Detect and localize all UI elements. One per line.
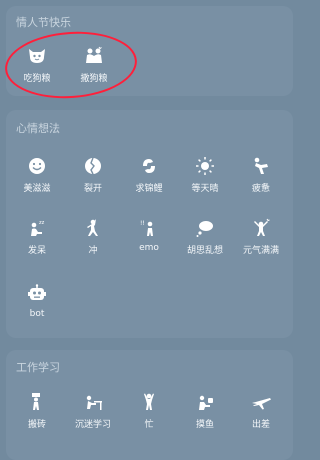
section-title: 工作学习	[16, 361, 60, 374]
status-item-label: 搬砖	[27, 420, 46, 430]
tired-person-icon	[250, 156, 272, 176]
status-item-label: 忙	[144, 420, 154, 430]
cracked-heart-icon	[82, 156, 104, 176]
status-item-sunny[interactable]: 等天晴	[177, 156, 233, 194]
robot-icon	[26, 284, 48, 304]
status-item-label: 发呆	[27, 246, 46, 256]
status-item-label: 胡思乱想	[186, 246, 223, 256]
airplane-icon	[250, 392, 272, 412]
section-title: 情人节快乐	[16, 16, 71, 29]
section-work-study: 工作学习 搬砖 沉迷学习 忙 摸鱼 出差	[6, 350, 293, 460]
status-item-label: 裂开	[83, 184, 102, 194]
koi-fish-icon	[138, 156, 160, 176]
status-item-carry-brick[interactable]: 搬砖	[9, 392, 65, 430]
status-item-label: emo	[139, 243, 159, 253]
energetic-person-icon	[250, 218, 272, 238]
status-item-happy[interactable]: 美滋滋	[9, 156, 65, 194]
status-item-label: 冲	[88, 246, 98, 256]
status-item-slacking[interactable]: 摸鱼	[177, 392, 233, 430]
slacking-person-icon	[194, 392, 216, 412]
status-item-koi[interactable]: 求锦鲤	[121, 156, 177, 194]
status-item-energetic[interactable]: 元气满满	[233, 218, 289, 256]
svg-text:!!: !!	[140, 220, 145, 227]
status-item-label: 沉迷学习	[74, 420, 111, 430]
carry-brick-icon	[26, 392, 48, 412]
status-item-label: 摸鱼	[195, 420, 214, 430]
status-item-overthink[interactable]: 胡思乱想	[177, 218, 233, 256]
status-item-label: 疲惫	[251, 184, 270, 194]
section-title: 心情想法	[16, 122, 60, 135]
status-item-label: bot	[29, 309, 45, 319]
status-item-label: 美滋滋	[23, 184, 51, 194]
status-item-business-trip[interactable]: 出差	[233, 392, 289, 430]
status-item-tired[interactable]: 疲惫	[233, 156, 289, 194]
thought-bubble-icon	[194, 218, 216, 238]
busy-person-icon	[138, 392, 160, 412]
charge-person-icon	[82, 218, 104, 238]
section-mood: 心情想法 美滋滋 裂开 求锦鲤 等天晴 疲惫 zz 发呆 冲 !! emo 胡思…	[6, 110, 293, 338]
status-item-daze[interactable]: zz 发呆	[9, 218, 65, 256]
study-desk-icon	[82, 392, 104, 412]
status-item-label: 元气满满	[242, 246, 279, 256]
svg-text:zz: zz	[39, 220, 45, 226]
status-item-study[interactable]: 沉迷学习	[65, 392, 121, 430]
smile-face-icon	[26, 156, 48, 176]
status-item-label: 等天晴	[191, 184, 219, 194]
status-item-bot[interactable]: bot	[9, 284, 65, 319]
status-item-busy[interactable]: 忙	[121, 392, 177, 430]
status-item-emo[interactable]: !! emo	[121, 218, 177, 253]
status-item-crack[interactable]: 裂开	[65, 156, 121, 194]
daze-person-icon: zz	[26, 218, 48, 238]
status-item-label: 出差	[251, 420, 270, 430]
status-item-label: 求锦鲤	[135, 184, 163, 194]
status-item-charge[interactable]: 冲	[65, 218, 121, 256]
emo-person-icon: !!	[138, 218, 160, 238]
sun-icon	[194, 156, 216, 176]
